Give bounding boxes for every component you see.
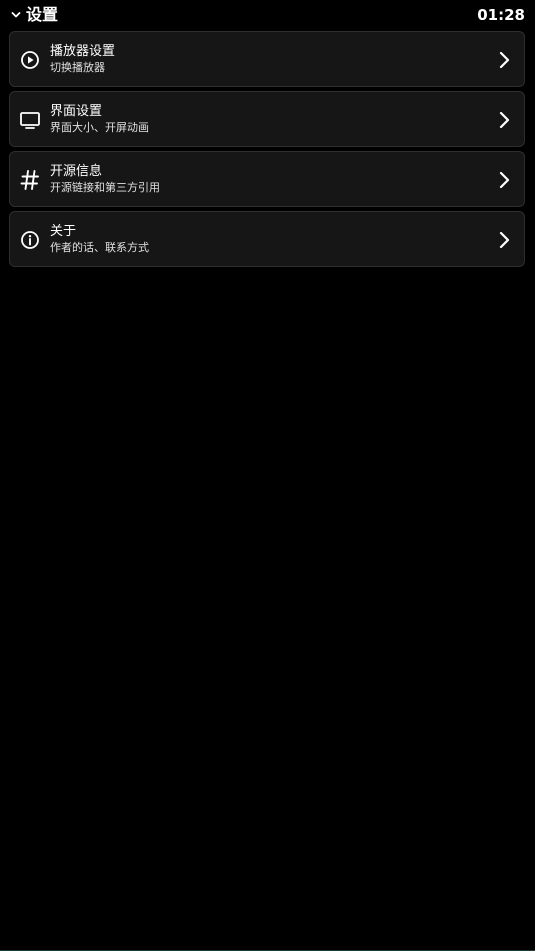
player-settings-title: 播放器设置 <box>50 44 116 59</box>
settings-list: 播放器设置 切换播放器 界面设置 界面大小、开屏动画 开源信息 开源链接和第三方… <box>9 31 525 271</box>
open-source-item[interactable]: 开源信息 开源链接和第三方引用 <box>9 151 525 207</box>
page-title: 设置 <box>26 5 59 24</box>
back-button[interactable]: 设置 <box>10 4 58 26</box>
monitor-icon <box>19 109 41 131</box>
hash-icon <box>19 169 41 191</box>
chevron-right-icon <box>494 229 514 251</box>
interface-settings-subtitle: 界面大小、开屏动画 <box>50 121 149 134</box>
top-bar: 设置 01:28 <box>0 0 535 30</box>
clock: 01:28 <box>477 6 525 24</box>
open-source-subtitle: 开源链接和第三方引用 <box>50 181 160 194</box>
interface-settings-title: 界面设置 <box>50 104 103 119</box>
chevron-right-icon <box>494 169 514 191</box>
info-circle-icon <box>19 229 41 251</box>
chevron-right-icon <box>494 49 514 71</box>
chevron-down-icon <box>10 9 22 21</box>
play-circle-icon <box>19 49 41 71</box>
player-settings-item[interactable]: 播放器设置 切换播放器 <box>9 31 525 87</box>
open-source-title: 开源信息 <box>50 164 103 179</box>
about-subtitle: 作者的话、联系方式 <box>50 241 149 254</box>
about-item[interactable]: 关于 作者的话、联系方式 <box>9 211 525 267</box>
about-title: 关于 <box>50 224 77 239</box>
interface-settings-item[interactable]: 界面设置 界面大小、开屏动画 <box>9 91 525 147</box>
player-settings-subtitle: 切换播放器 <box>50 61 105 74</box>
chevron-right-icon <box>494 109 514 131</box>
